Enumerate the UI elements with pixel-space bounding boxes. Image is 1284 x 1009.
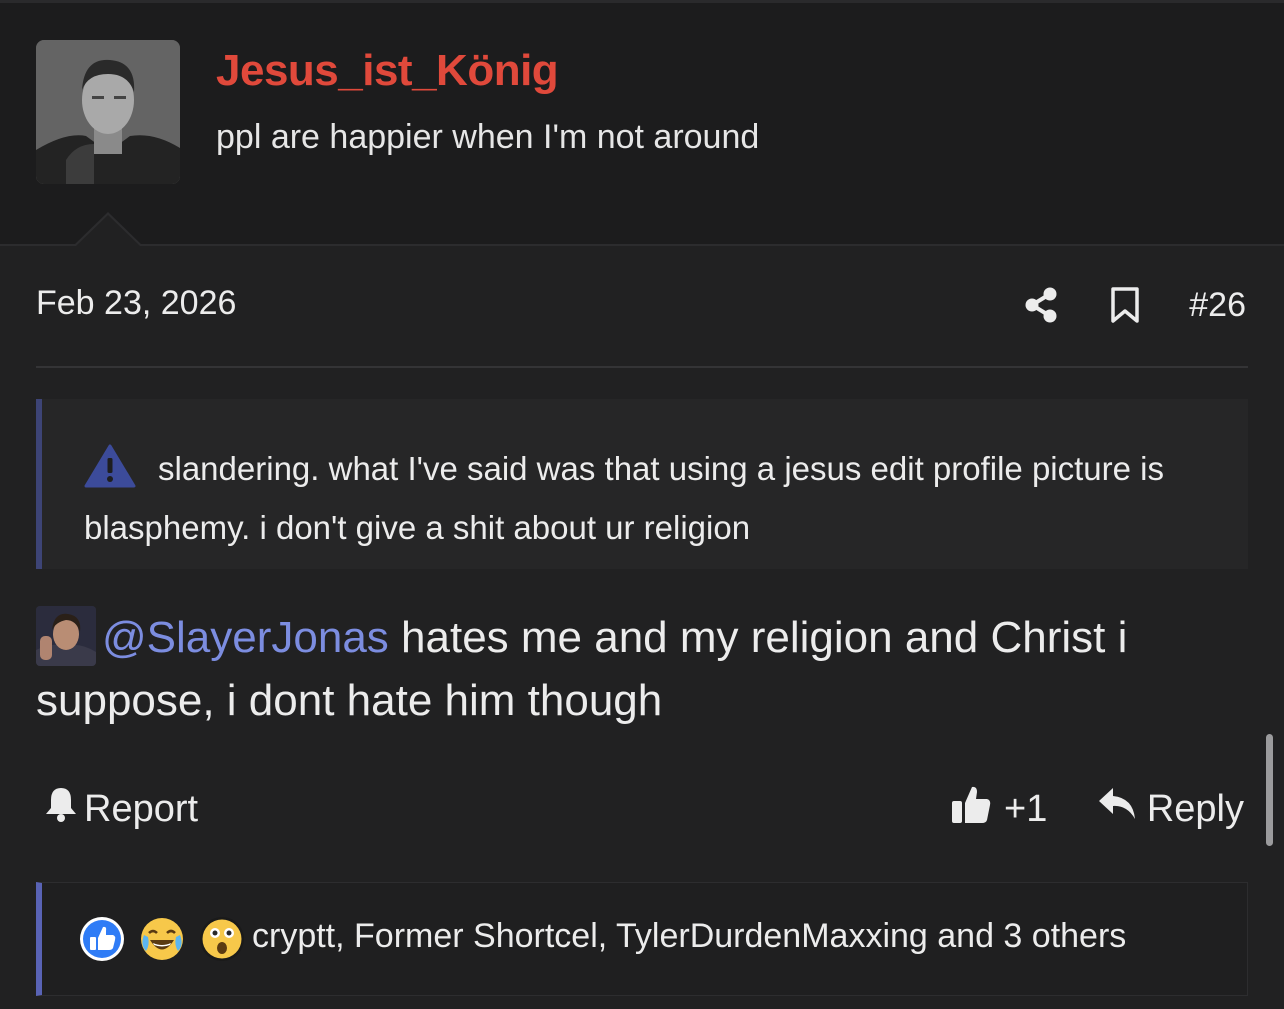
user-avatar[interactable] <box>36 40 180 184</box>
thumbs-up-icon <box>950 783 992 835</box>
report-label: Report <box>84 787 199 830</box>
user-mention-link[interactable]: @SlayerJonas <box>102 613 389 662</box>
reaction-users[interactable]: cryptt, Former Shortcel, TylerDurdenMaxx… <box>252 917 1126 956</box>
post-body: @SlayerJonas hates me and my religion an… <box>36 606 1226 732</box>
bell-icon <box>44 785 78 833</box>
user-header: Jesus_ist_König ppl are happier when I'm… <box>0 0 1284 246</box>
share-icon[interactable] <box>1021 285 1061 325</box>
user-title: ppl are happier when I'm not around <box>216 118 760 156</box>
reactions-bar[interactable]: cryptt, Former Shortcel, TylerDurdenMaxx… <box>36 882 1248 996</box>
mention-avatar <box>36 606 96 666</box>
like-button[interactable]: +1 <box>950 784 1047 834</box>
username[interactable]: Jesus_ist_König <box>216 46 559 96</box>
report-button[interactable]: Report <box>44 784 198 834</box>
divider <box>36 366 1248 368</box>
reply-button[interactable]: Reply <box>1097 784 1244 834</box>
reaction-icons <box>78 915 246 963</box>
warning-icon <box>84 444 136 502</box>
scrollbar[interactable] <box>1266 734 1273 846</box>
quote-text: slandering. what I've said was that usin… <box>84 450 1165 546</box>
like-count: +1 <box>1004 787 1048 830</box>
thumbs-up-reaction-icon <box>78 915 126 963</box>
reply-label: Reply <box>1146 787 1244 830</box>
post-meta-actions: #26 <box>1021 282 1246 328</box>
bookmark-icon[interactable] <box>1105 285 1145 325</box>
reply-arrow-icon <box>1097 786 1137 832</box>
post-container: Jesus_ist_König ppl are happier when I'm… <box>0 0 1284 1009</box>
post-date[interactable]: Feb 23, 2026 <box>36 284 236 323</box>
post-number-link[interactable]: #26 <box>1189 286 1246 325</box>
laughing-crying-icon <box>138 915 186 963</box>
top-border <box>0 0 1284 3</box>
quote-block: slandering. what I've said was that usin… <box>36 399 1248 569</box>
shocked-face-icon <box>198 915 246 963</box>
header-caret-fill <box>76 215 140 246</box>
